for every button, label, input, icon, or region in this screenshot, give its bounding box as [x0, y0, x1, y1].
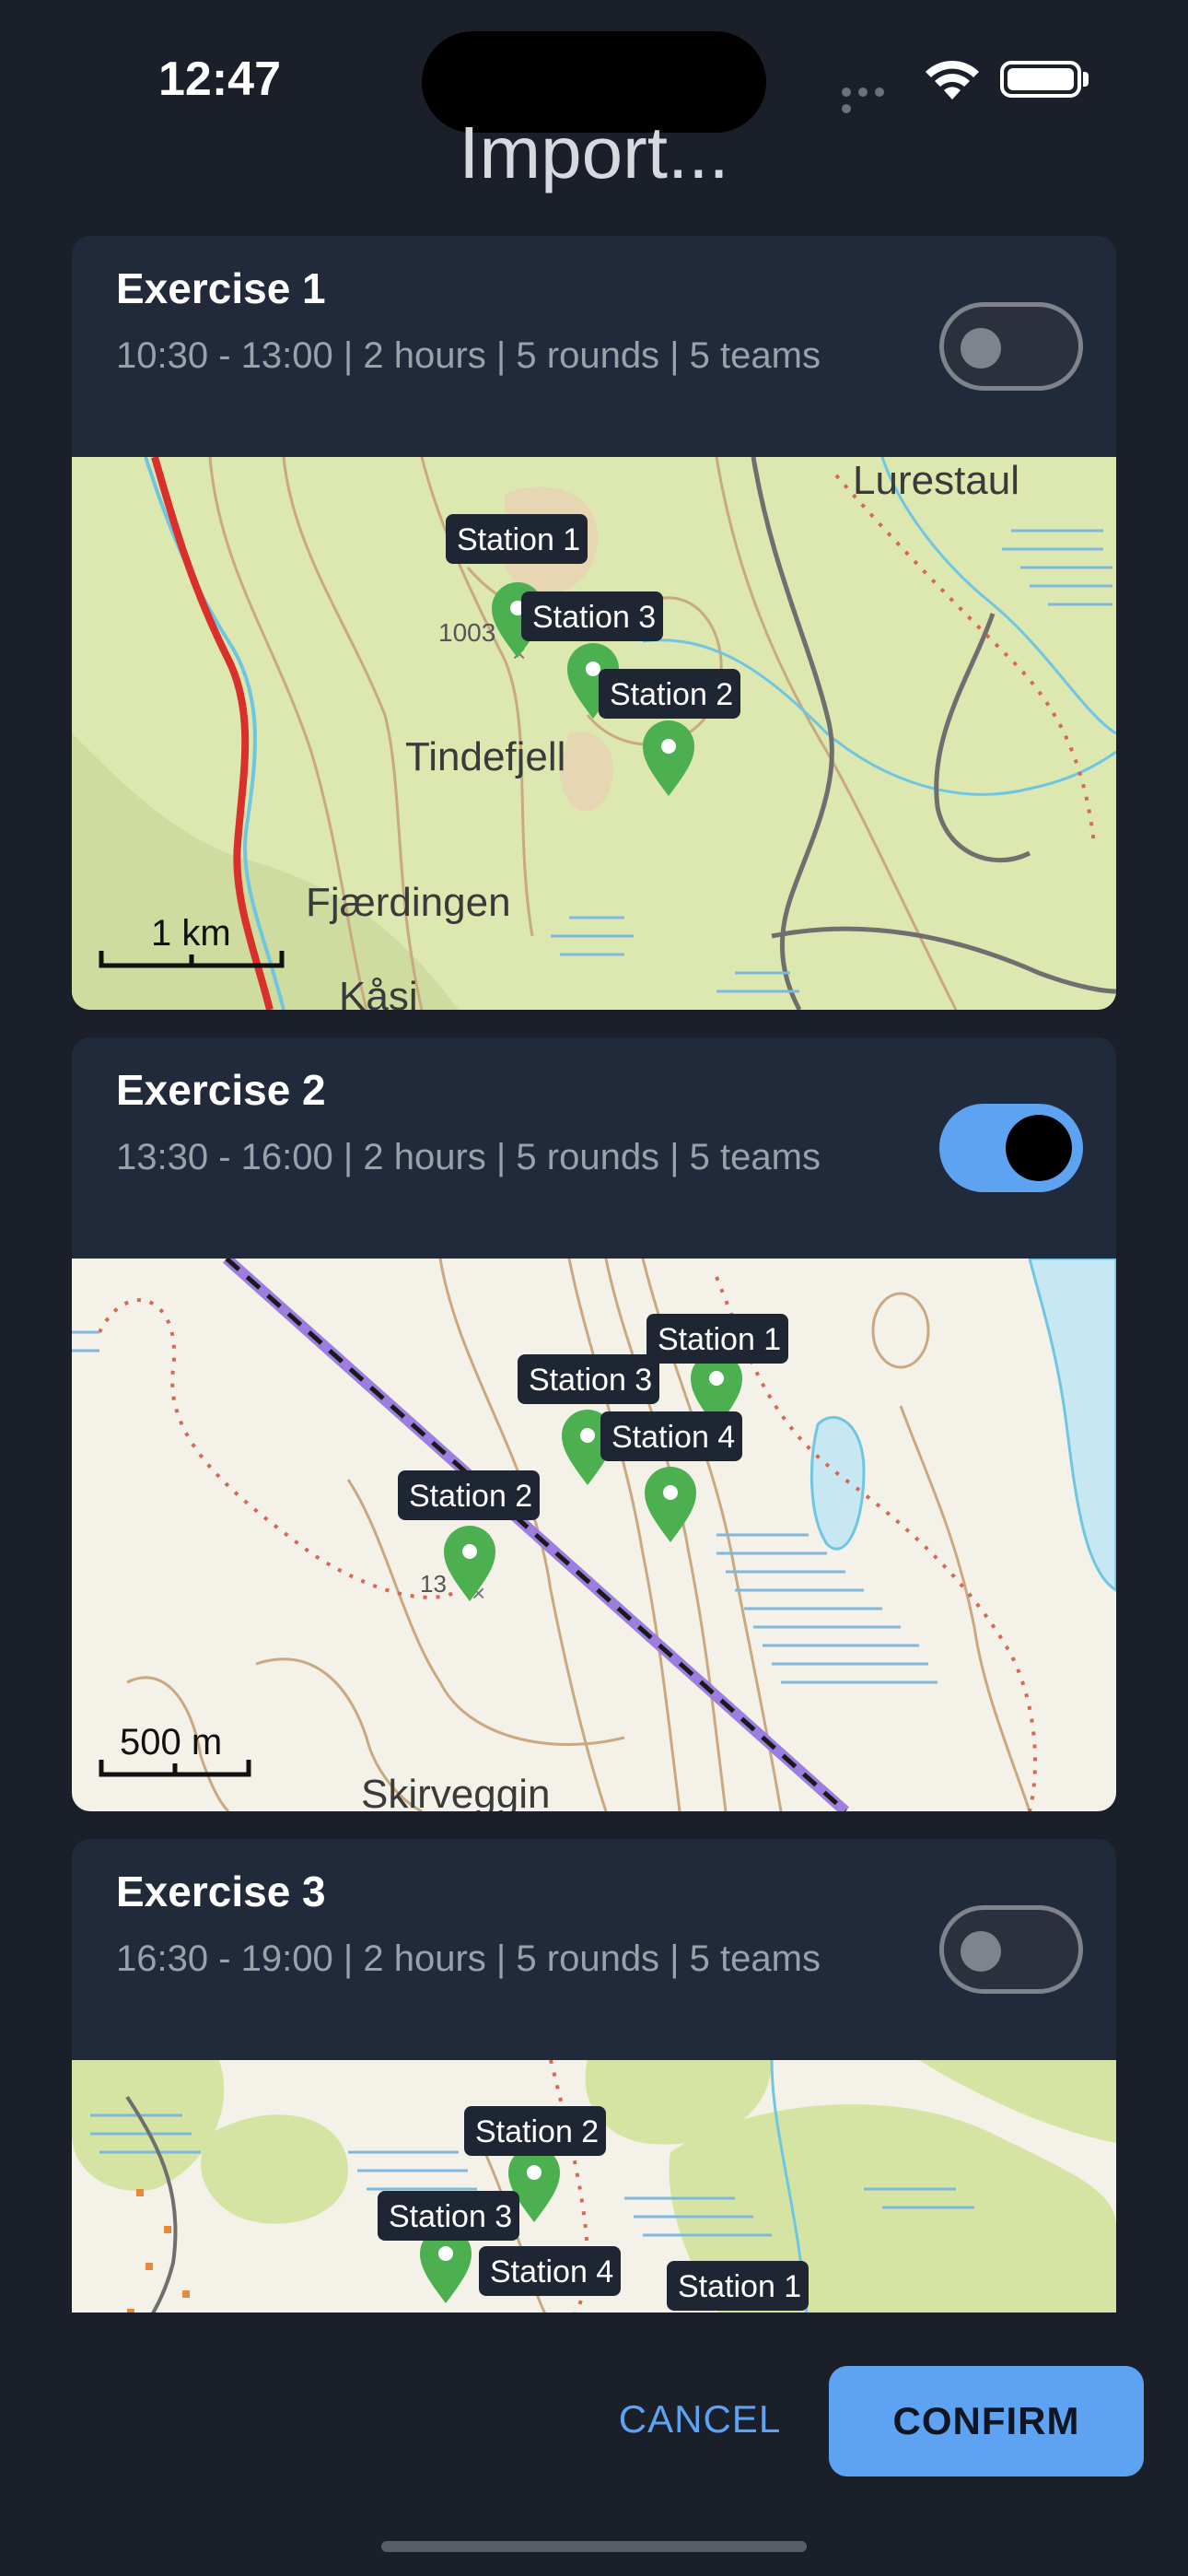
exercise-card: Exercise 2 13:30 - 16:00 | 2 hours | 5 r…	[72, 1037, 1116, 1811]
place-name: Skirveggin	[361, 1772, 550, 1811]
station-label: Station 1	[446, 514, 588, 564]
home-indicator[interactable]	[381, 2541, 807, 2552]
svg-text:Station 2: Station 2	[409, 1479, 532, 1514]
place-name: Kåsi	[339, 974, 418, 1010]
station-label: Station 3	[518, 1354, 659, 1404]
place-name: Fjærdingen	[306, 880, 511, 925]
status-time: 12:47	[158, 53, 281, 106]
station-label: Station 1	[646, 1314, 788, 1364]
station-label: Station 2	[398, 1470, 540, 1520]
station-label: Station 1	[667, 2261, 809, 2311]
exercise-card: Exercise 1 10:30 - 13:00 | 2 hours | 5 r…	[72, 236, 1116, 1010]
station-label: Station 2	[464, 2106, 606, 2156]
wifi-icon	[926, 60, 979, 100]
svg-text:Station 2: Station 2	[610, 677, 733, 712]
exercise-name: Exercise 3	[116, 1868, 326, 1915]
exercise-toggle[interactable]	[939, 1104, 1083, 1192]
exercise-map[interactable]: Station 2 Station 3 Station 4 Station 1	[72, 2060, 1116, 2313]
svg-text:Station 4: Station 4	[611, 1420, 735, 1455]
svg-text:Station 2: Station 2	[475, 2114, 599, 2149]
svg-text:Station 1: Station 1	[457, 522, 580, 557]
exercise-card: Exercise 3 16:30 - 19:00 | 2 hours | 5 r…	[72, 1839, 1116, 2313]
exercise-details: 16:30 - 19:00 | 2 hours | 5 rounds | 5 t…	[116, 1938, 821, 1979]
svg-text:Station 1: Station 1	[678, 2269, 801, 2304]
toggle-knob	[961, 328, 1001, 369]
svg-text:Station 4: Station 4	[490, 2254, 613, 2289]
svg-text:Station 3: Station 3	[529, 1363, 652, 1398]
elevation-label: 13	[420, 1570, 447, 1598]
station-label: Station 3	[521, 591, 663, 641]
place-name: Lurestaul	[853, 458, 1019, 503]
svg-text:Station 3: Station 3	[389, 2199, 512, 2234]
battery-cap	[1083, 72, 1089, 87]
exercise-list[interactable]: Exercise 1 10:30 - 13:00 | 2 hours | 5 r…	[0, 138, 1188, 2313]
place-name: Tindefjell	[405, 734, 565, 779]
toggle-knob	[961, 1931, 1001, 1972]
exercise-map[interactable]: Skirveggin 13 × Station 1 Station 3 Stat…	[72, 1259, 1116, 1811]
svg-text:500 m: 500 m	[120, 1722, 222, 1762]
station-label: Station 4	[479, 2246, 621, 2296]
toggle-knob	[1006, 1115, 1072, 1181]
svg-text:1 km: 1 km	[151, 913, 231, 954]
exercise-toggle[interactable]	[939, 302, 1083, 391]
svg-text:Station 3: Station 3	[532, 600, 656, 635]
cellular-signal-icon	[842, 85, 904, 113]
exercise-toggle[interactable]	[939, 1905, 1083, 1994]
battery-icon	[1000, 61, 1081, 98]
confirm-button[interactable]: CONFIRM	[829, 2366, 1144, 2476]
elevation-label: 1003	[438, 618, 495, 647]
svg-text:Station 1: Station 1	[658, 1322, 781, 1357]
station-label: Station 4	[600, 1411, 742, 1461]
exercise-name: Exercise 2	[116, 1066, 326, 1114]
exercise-details: 13:30 - 16:00 | 2 hours | 5 rounds | 5 t…	[116, 1137, 821, 1177]
station-label: Station 2	[599, 669, 740, 719]
station-label: Station 3	[378, 2191, 519, 2241]
cancel-button[interactable]: CANCEL	[599, 2364, 801, 2475]
exercise-name: Exercise 1	[116, 264, 326, 312]
exercise-map[interactable]: Lurestaul Tindefjell Fjærdingen Kåsi 100…	[72, 457, 1116, 1010]
exercise-details: 10:30 - 13:00 | 2 hours | 5 rounds | 5 t…	[116, 335, 821, 376]
